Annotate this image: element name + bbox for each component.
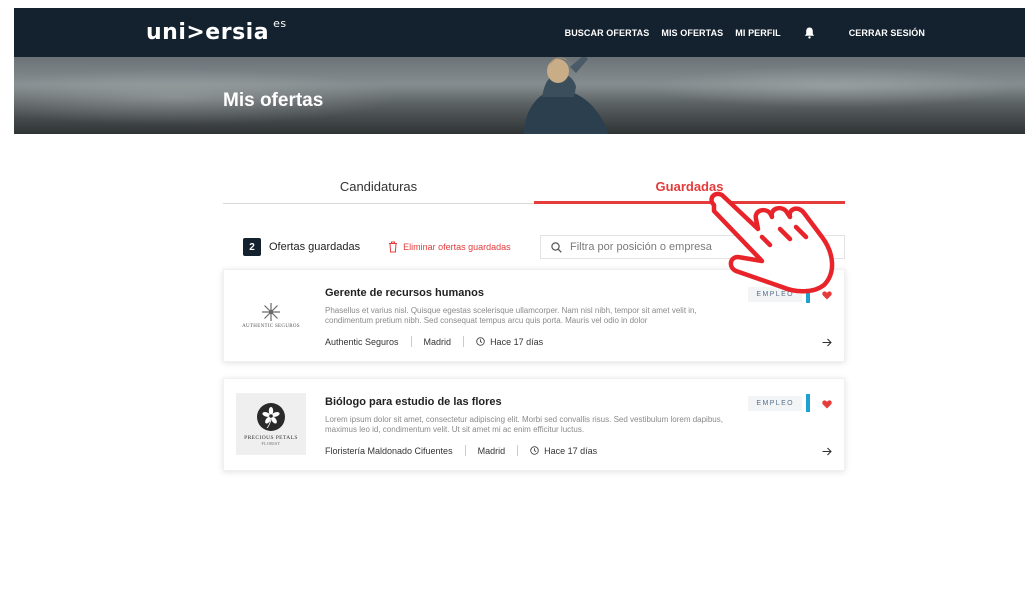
offer-description: Phasellus et varius nisl. Quisque egesta…	[325, 306, 697, 325]
offer-title[interactable]: Biólogo para estudio de las flores	[325, 396, 502, 408]
hand-pointer-icon	[709, 191, 835, 294]
offer-meta: Authentic Seguros Madrid Hace 17 días	[325, 336, 543, 347]
offer-card[interactable]: PRECIOUS PETALS FLORIST Biólogo para est…	[223, 378, 845, 471]
offer-location: Madrid	[423, 336, 452, 347]
delete-saved-offers-label: Eliminar ofertas guardadas	[403, 242, 511, 252]
clock-icon	[530, 446, 539, 455]
offer-description: Lorem ipsum dolor sit amet, consectetur …	[325, 415, 723, 434]
top-navbar: uni>ersia es BUSCAR OFERTAS MIS OFERTAS M…	[14, 8, 1025, 57]
company-logo: AUTHENTIC SEGUROS	[236, 284, 306, 346]
offer-type-bar	[806, 394, 810, 412]
meta-divider	[517, 445, 519, 456]
offer-posted-time: Hace 17 días	[544, 445, 598, 456]
nav-buscar-ofertas[interactable]: BUSCAR OFERTAS	[565, 28, 650, 38]
nav-mis-ofertas[interactable]: MIS OFERTAS	[661, 28, 723, 38]
logout-link[interactable]: CERRAR SESIÓN	[849, 28, 925, 38]
offer-type-badge: EMPLEO	[748, 396, 802, 411]
company-logo-text: AUTHENTIC SEGUROS	[242, 323, 300, 329]
bell-icon[interactable]	[803, 26, 817, 40]
authentic-seguros-logo-icon	[262, 302, 280, 321]
delete-saved-offers-button[interactable]: Eliminar ofertas guardadas	[388, 241, 511, 253]
precious-petals-logo-icon	[257, 403, 285, 431]
meta-divider	[410, 336, 412, 347]
page: uni>ersia es BUSCAR OFERTAS MIS OFERTAS M…	[14, 8, 1025, 589]
hero-figure-image	[524, 57, 608, 134]
company-logo-subtext: FLORIST	[261, 441, 281, 446]
meta-divider	[464, 445, 466, 456]
company-logo: PRECIOUS PETALS FLORIST	[236, 393, 306, 455]
offer-meta: Floristería Maldonado Cifuentes Madrid H…	[325, 445, 597, 456]
main-nav: BUSCAR OFERTAS MIS OFERTAS MI PERFIL CER…	[565, 8, 925, 57]
arrow-right-icon[interactable]	[822, 334, 832, 352]
arrow-right-icon[interactable]	[822, 443, 832, 461]
heart-icon[interactable]	[822, 396, 832, 414]
offer-company: Authentic Seguros	[325, 336, 399, 347]
saved-count-label: Ofertas guardadas	[269, 241, 361, 253]
clock-icon	[476, 337, 485, 346]
saved-count-badge: 2	[243, 238, 261, 256]
meta-divider	[463, 336, 465, 347]
tab-candidaturas[interactable]: Candidaturas	[223, 173, 534, 203]
nav-mi-perfil[interactable]: MI PERFIL	[735, 28, 780, 38]
hero-banner: Mis ofertas	[14, 57, 1025, 134]
offer-title[interactable]: Gerente de recursos humanos	[325, 287, 484, 299]
offer-company: Floristería Maldonado Cifuentes	[325, 445, 453, 456]
search-icon	[551, 241, 562, 253]
trash-icon	[389, 241, 398, 253]
page-title: Mis ofertas	[223, 90, 324, 111]
offer-location: Madrid	[477, 445, 506, 456]
offer-posted-time: Hace 17 días	[490, 336, 544, 347]
universia-logo[interactable]: uni>ersia es	[146, 17, 287, 45]
